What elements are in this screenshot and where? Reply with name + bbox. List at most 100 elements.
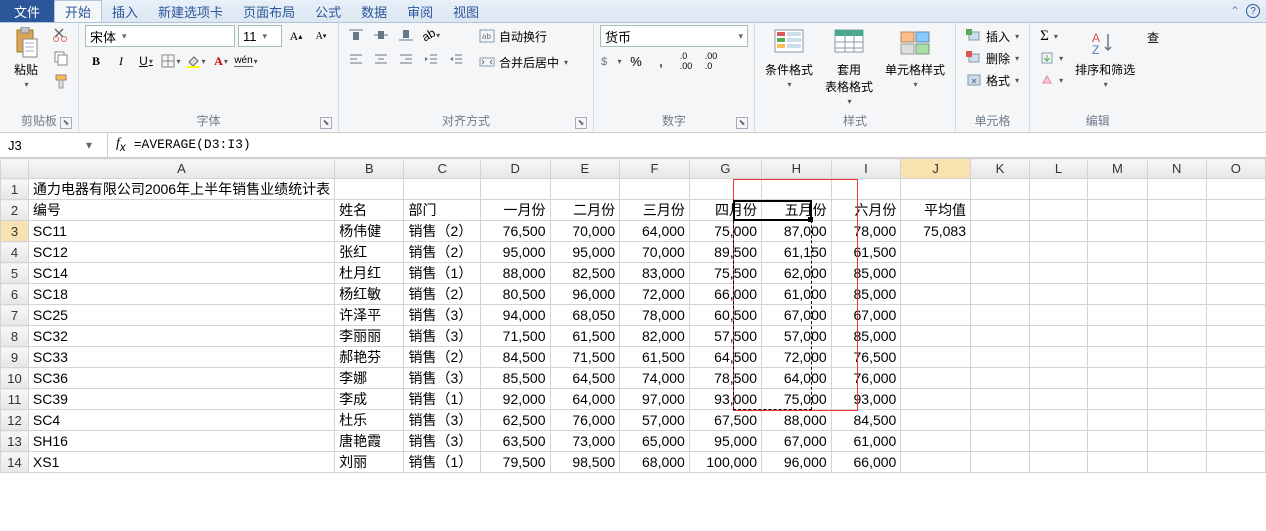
cell[interactable]: 64,500 (550, 368, 620, 389)
cell[interactable] (1088, 368, 1147, 389)
column-header[interactable]: A (28, 159, 334, 179)
row-header[interactable]: 9 (1, 347, 29, 368)
cell[interactable] (1088, 221, 1147, 242)
fill-color-button[interactable]: ▾ (185, 51, 207, 71)
cell[interactable] (1206, 431, 1265, 452)
cell[interactable]: 三月份 (620, 200, 690, 221)
cell[interactable]: 75,500 (689, 263, 761, 284)
find-select-button[interactable]: 查 (1143, 25, 1159, 48)
cell[interactable] (1029, 242, 1087, 263)
cell[interactable] (971, 389, 1030, 410)
cell[interactable]: 84,500 (480, 347, 550, 368)
cell[interactable] (550, 179, 620, 200)
cell[interactable]: 64,000 (761, 368, 831, 389)
cell[interactable]: 销售（3） (404, 431, 480, 452)
cell[interactable]: 杨伟健 (335, 221, 404, 242)
file-tab[interactable]: 文件 (0, 0, 54, 22)
cell[interactable] (1088, 179, 1147, 200)
cell[interactable]: SC25 (28, 305, 334, 326)
select-all-corner[interactable] (1, 159, 29, 179)
cell[interactable]: 销售（2） (404, 347, 480, 368)
row-header[interactable]: 8 (1, 326, 29, 347)
help-icon[interactable]: ? (1246, 4, 1260, 18)
row-header[interactable]: 2 (1, 200, 29, 221)
cell[interactable]: 80,500 (480, 284, 550, 305)
cell[interactable]: 五月份 (761, 200, 831, 221)
ribbon-tab-0[interactable]: 开始 (54, 0, 102, 22)
cell[interactable]: SC14 (28, 263, 334, 284)
phonetic-button[interactable]: wén▾ (235, 51, 257, 71)
cell[interactable]: 57,000 (620, 410, 690, 431)
decrease-decimal-button[interactable]: .00.0 (700, 51, 722, 71)
cell[interactable] (1088, 263, 1147, 284)
cell[interactable]: 刘丽 (335, 452, 404, 473)
cell[interactable] (1206, 221, 1265, 242)
cell[interactable] (971, 305, 1030, 326)
cell[interactable] (1206, 263, 1265, 284)
cell[interactable] (971, 179, 1030, 200)
cell[interactable] (1147, 347, 1206, 368)
cell[interactable] (901, 452, 971, 473)
row-header[interactable]: 14 (1, 452, 29, 473)
cell[interactable]: 75,000 (761, 389, 831, 410)
cell[interactable] (1088, 347, 1147, 368)
cell[interactable] (1206, 242, 1265, 263)
cell[interactable]: 销售（1） (404, 452, 480, 473)
cell[interactable] (1206, 200, 1265, 221)
cell[interactable]: 76,500 (480, 221, 550, 242)
sort-filter-button[interactable]: AZ 排序和筛选▾ (1071, 25, 1139, 91)
cell[interactable]: XS1 (28, 452, 334, 473)
cell[interactable]: 93,000 (689, 389, 761, 410)
cell[interactable]: 76,000 (831, 368, 901, 389)
cell[interactable]: 75,083 (901, 221, 971, 242)
cell[interactable]: 销售（3） (404, 410, 480, 431)
font-size-combo[interactable]: 11▾ (238, 25, 282, 47)
cell[interactable]: 67,000 (761, 305, 831, 326)
cell[interactable]: SC33 (28, 347, 334, 368)
cell[interactable] (1147, 179, 1206, 200)
cell[interactable] (831, 179, 901, 200)
format-painter-button[interactable] (50, 71, 72, 91)
cell[interactable]: 76,000 (550, 410, 620, 431)
cell[interactable] (901, 347, 971, 368)
cell[interactable]: 67,000 (831, 305, 901, 326)
format-cells-button[interactable]: 格式▾ (962, 69, 1023, 91)
cell[interactable]: 61,500 (831, 242, 901, 263)
column-header[interactable]: I (831, 159, 901, 179)
cell[interactable]: 杜乐 (335, 410, 404, 431)
cell[interactable]: 61,500 (550, 326, 620, 347)
cell[interactable]: 96,000 (550, 284, 620, 305)
cell[interactable] (335, 179, 404, 200)
cell[interactable]: 92,000 (480, 389, 550, 410)
cell[interactable] (1088, 452, 1147, 473)
cell[interactable]: 95,000 (550, 242, 620, 263)
cell[interactable]: 78,000 (831, 221, 901, 242)
cell[interactable] (901, 389, 971, 410)
cell[interactable]: 67,500 (689, 410, 761, 431)
cell[interactable]: 85,500 (480, 368, 550, 389)
cell[interactable] (1206, 347, 1265, 368)
column-header[interactable]: F (620, 159, 690, 179)
fill-button[interactable]: ▾ (1036, 47, 1067, 69)
increase-font-button[interactable]: A▴ (285, 26, 307, 46)
clear-button[interactable]: ▾ (1036, 69, 1067, 91)
cell[interactable]: 李娜 (335, 368, 404, 389)
cell[interactable]: 70,000 (620, 242, 690, 263)
spreadsheet-grid[interactable]: ABCDEFGHIJKLMNO1通力电器有限公司2006年上半年销售业绩统计表2… (0, 158, 1266, 531)
cell[interactable]: 二月份 (550, 200, 620, 221)
cell[interactable]: 64,500 (689, 347, 761, 368)
cell[interactable]: 编号 (28, 200, 334, 221)
cell[interactable] (1147, 452, 1206, 473)
cell[interactable] (1206, 326, 1265, 347)
cell[interactable] (971, 368, 1030, 389)
cell[interactable] (901, 305, 971, 326)
bold-button[interactable]: B (85, 51, 107, 71)
cell[interactable]: 97,000 (620, 389, 690, 410)
cell[interactable]: 销售（2） (404, 242, 480, 263)
column-header[interactable]: K (971, 159, 1030, 179)
cell[interactable]: 75,000 (689, 221, 761, 242)
cell[interactable]: 85,000 (831, 263, 901, 284)
cell[interactable]: SC4 (28, 410, 334, 431)
delete-cells-button[interactable]: 删除▾ (962, 47, 1023, 69)
cell-reference-input[interactable] (0, 138, 80, 153)
